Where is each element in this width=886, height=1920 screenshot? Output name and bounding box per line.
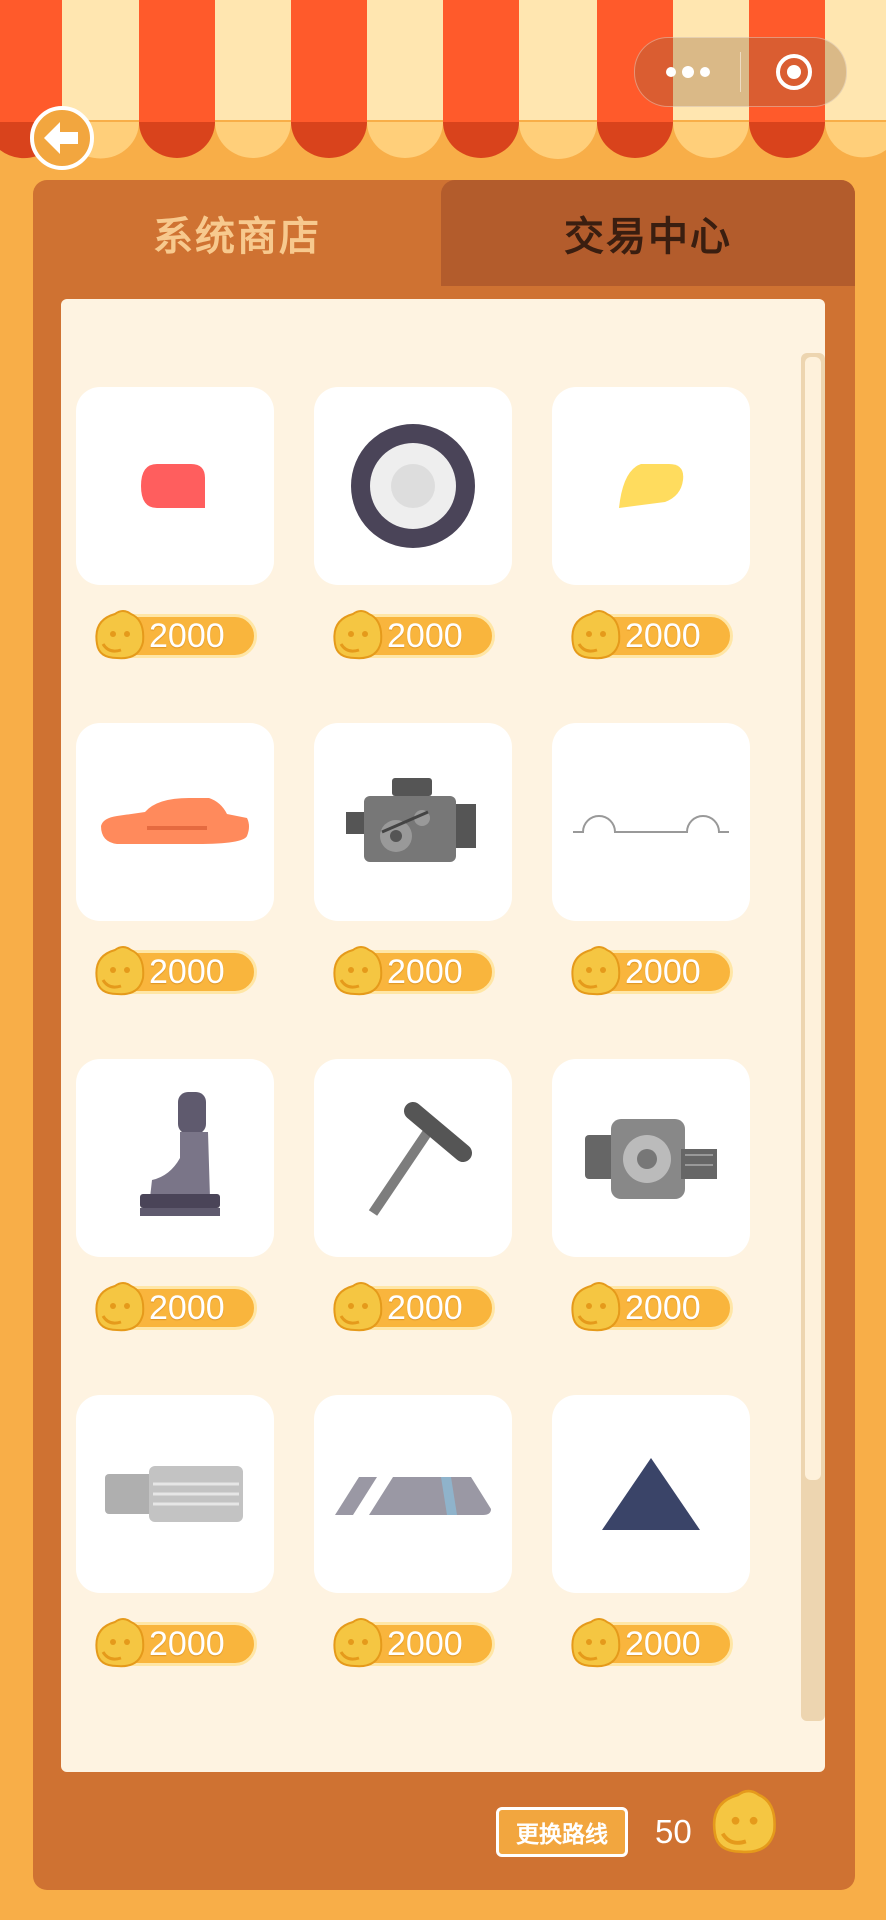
price-tag: 2000	[329, 1282, 495, 1334]
item-card[interactable]	[552, 387, 750, 585]
back-arrow-icon	[44, 122, 78, 154]
scrollbar-thumb[interactable]	[805, 357, 821, 1480]
price-tag: 2000	[91, 1282, 257, 1334]
price-tag: 2000	[91, 946, 257, 998]
price-value: 2000	[387, 617, 463, 655]
item-card[interactable]	[314, 387, 512, 585]
red-tail-light-icon	[141, 464, 205, 508]
engine-icon	[346, 778, 476, 862]
coin-icon	[571, 610, 621, 660]
price-value: 2000	[625, 953, 701, 991]
tab-system-shop[interactable]: 系统商店	[33, 180, 441, 286]
price-value: 2000	[149, 1625, 225, 1663]
chassis-icon	[573, 815, 729, 833]
mini-program-capsule	[634, 37, 847, 107]
steering-column-icon	[368, 1102, 472, 1216]
shop-item[interactable]: 2000	[76, 387, 274, 662]
coin-icon	[95, 946, 145, 996]
exhaust-pipe-icon	[105, 1466, 243, 1522]
price-tag: 2000	[329, 1618, 495, 1670]
windshield-icon	[335, 1477, 491, 1515]
coin-icon	[333, 1618, 383, 1668]
coin-icon	[95, 1618, 145, 1668]
item-card[interactable]	[552, 1395, 750, 1593]
change-route-button[interactable]: 更换路线	[496, 1807, 628, 1857]
coin-icon	[712, 1789, 776, 1854]
item-card[interactable]	[76, 723, 274, 921]
more-dots-icon	[665, 66, 710, 78]
motor-icon	[585, 1119, 717, 1199]
price-value: 2000	[625, 1625, 701, 1663]
price-tag: 2000	[567, 1282, 733, 1334]
price-value: 2000	[387, 953, 463, 991]
triangle-part-icon	[602, 1458, 700, 1530]
price-tag: 2000	[91, 610, 257, 662]
item-card[interactable]	[314, 723, 512, 921]
coin-icon	[95, 1282, 145, 1332]
shop-item[interactable]: 2000	[314, 1059, 512, 1334]
item-card[interactable]	[552, 1059, 750, 1257]
back-button[interactable]	[30, 106, 94, 170]
coin-icon	[95, 610, 145, 660]
coin-icon	[571, 1618, 621, 1668]
shop-item[interactable]: 2000	[76, 1059, 274, 1334]
shop-item[interactable]: 2000	[552, 723, 750, 998]
price-value: 2000	[149, 1289, 225, 1327]
price-value: 2000	[387, 1289, 463, 1327]
coin-balance: 50	[655, 1813, 692, 1850]
tire-icon	[351, 424, 475, 548]
item-card[interactable]	[314, 1059, 512, 1257]
coin-icon	[571, 946, 621, 996]
price-tag: 2000	[329, 610, 495, 662]
price-tag: 2000	[91, 1618, 257, 1670]
price-tag: 2000	[567, 946, 733, 998]
price-value: 2000	[149, 953, 225, 991]
coin-icon	[333, 1282, 383, 1332]
shop-item[interactable]: 2000	[552, 1059, 750, 1334]
item-card[interactable]	[314, 1395, 512, 1593]
price-value: 2000	[149, 617, 225, 655]
tab-trading-center[interactable]: 交易中心	[441, 180, 855, 286]
shop-item[interactable]: 2000	[314, 1395, 512, 1670]
price-tag: 2000	[567, 1618, 733, 1670]
shop-item[interactable]: 2000	[76, 1395, 274, 1670]
target-circle-icon	[775, 54, 812, 90]
price-value: 2000	[625, 617, 701, 655]
coin-icon	[333, 610, 383, 660]
coin-icon	[571, 1282, 621, 1332]
shop-item[interactable]: 2000	[552, 387, 750, 662]
yellow-headlight-icon	[619, 464, 684, 508]
scrollbar[interactable]	[801, 353, 825, 1721]
item-card[interactable]	[552, 723, 750, 921]
shop-item[interactable]: 2000	[314, 387, 512, 662]
item-card[interactable]	[76, 387, 274, 585]
coin-icon	[333, 946, 383, 996]
price-tag: 2000	[567, 610, 733, 662]
shop-item[interactable]: 2000	[314, 723, 512, 998]
car-body-icon	[101, 798, 249, 844]
more-button[interactable]	[635, 38, 740, 106]
price-value: 2000	[387, 1625, 463, 1663]
price-tag: 2000	[329, 946, 495, 998]
seat-icon	[140, 1092, 220, 1216]
item-card[interactable]	[76, 1059, 274, 1257]
shop-item[interactable]: 2000	[552, 1395, 750, 1670]
item-card[interactable]	[76, 1395, 274, 1593]
price-value: 2000	[625, 1289, 701, 1327]
shop-item[interactable]: 2000	[76, 723, 274, 998]
close-miniprogram-button[interactable]	[741, 38, 846, 106]
